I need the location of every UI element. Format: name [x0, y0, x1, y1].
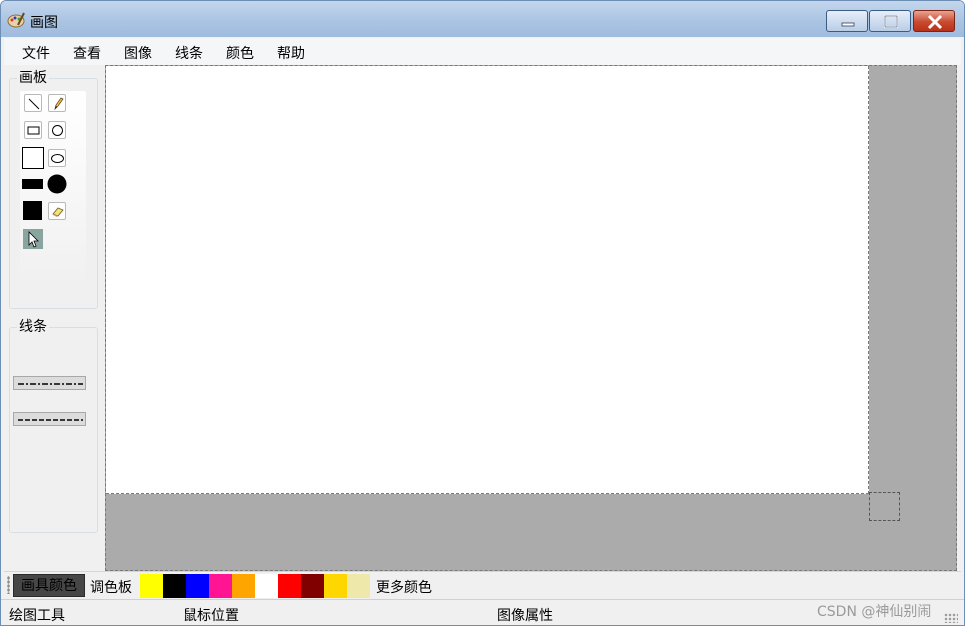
filled-circle-icon: [47, 174, 67, 194]
dash-dot-line-icon: [18, 383, 83, 385]
paint-palette-icon: [7, 12, 25, 28]
filled-circle-tool[interactable]: [47, 174, 67, 194]
canvas-area: [105, 65, 957, 571]
swatch-white[interactable]: [255, 574, 278, 598]
eraser-tool[interactable]: [48, 202, 66, 220]
rectangle-tool[interactable]: [24, 121, 42, 139]
rectangle-outline-icon: [27, 126, 40, 135]
line-tool[interactable]: [24, 94, 42, 112]
drawing-canvas[interactable]: [106, 66, 869, 494]
menu-bar: 文件 查看 图像 线条 颜色 帮助: [4, 38, 961, 65]
swatch-black[interactable]: [163, 574, 186, 598]
minimize-icon: [841, 22, 855, 27]
board-group-label: 画板: [17, 67, 49, 87]
minimize-button[interactable]: [826, 10, 868, 32]
line-group-label: 线条: [17, 316, 49, 336]
swatch-yellow[interactable]: [140, 574, 163, 598]
menu-color[interactable]: 颜色: [226, 43, 254, 63]
swatch-gold[interactable]: [324, 574, 347, 598]
filled-rectangle-tool[interactable]: [22, 179, 43, 189]
watermark: CSDN @神仙别闹: [817, 604, 932, 620]
large-rectangle-tool[interactable]: [22, 147, 44, 169]
status-tool: 绘图工具: [9, 608, 65, 624]
line-style-dash-dot[interactable]: [13, 376, 86, 390]
line-icon: [28, 98, 40, 110]
dashed-line-icon: [18, 419, 83, 421]
pencil-icon: [54, 97, 64, 111]
line-style-dashed[interactable]: [13, 412, 86, 426]
swatch-blue[interactable]: [186, 574, 209, 598]
paint-window: 画图 文件 查看 图像 线条 颜色 帮助 画板 线条 画具颜色 调色板 更多颜色…: [0, 0, 965, 626]
circle-outline-icon: [52, 125, 63, 136]
menu-help[interactable]: 帮助: [277, 43, 305, 63]
swatch-red[interactable]: [278, 574, 301, 598]
swatch-orange[interactable]: [232, 574, 255, 598]
eraser-icon: [52, 207, 64, 217]
swatch-pink[interactable]: [209, 574, 232, 598]
maximize-button[interactable]: [869, 10, 911, 32]
status-image-properties: 图像属性: [497, 608, 553, 624]
circle-tool[interactable]: [48, 121, 66, 139]
line-group: [9, 327, 98, 533]
swatch-pale-goldenrod[interactable]: [347, 574, 370, 598]
close-button[interactable]: [913, 10, 955, 32]
tool-panel: 画板 线条: [4, 65, 106, 570]
ellipse-tool[interactable]: [48, 149, 66, 167]
arrow-cursor-icon: [28, 231, 39, 248]
window-title: 画图: [30, 15, 58, 31]
filled-square-tool[interactable]: [23, 201, 42, 220]
close-icon: [927, 14, 943, 30]
ellipse-outline-icon: [51, 154, 64, 163]
color-bar: 画具颜色 调色板 更多颜色: [4, 571, 961, 599]
canvas-resize-handle[interactable]: [869, 492, 900, 521]
pointer-tool[interactable]: [23, 229, 43, 249]
toolbar-grip[interactable]: [7, 576, 10, 594]
menu-image[interactable]: 图像: [124, 43, 152, 63]
menu-file[interactable]: 文件: [22, 43, 50, 63]
menu-line[interactable]: 线条: [175, 43, 203, 63]
swatch-maroon[interactable]: [301, 574, 324, 598]
tool-box: [20, 91, 86, 289]
menu-view[interactable]: 查看: [73, 43, 101, 63]
current-color-button[interactable]: 画具颜色: [13, 574, 85, 597]
pencil-tool[interactable]: [48, 94, 66, 112]
palette-label: 调色板: [90, 580, 132, 596]
right-border: [957, 65, 964, 571]
size-grip[interactable]: [944, 613, 958, 623]
more-colors-button[interactable]: 更多颜色: [376, 577, 432, 597]
status-mouse-position: 鼠标位置: [183, 608, 239, 624]
title-bar: 画图: [1, 1, 964, 37]
restore-icon: [884, 15, 898, 28]
